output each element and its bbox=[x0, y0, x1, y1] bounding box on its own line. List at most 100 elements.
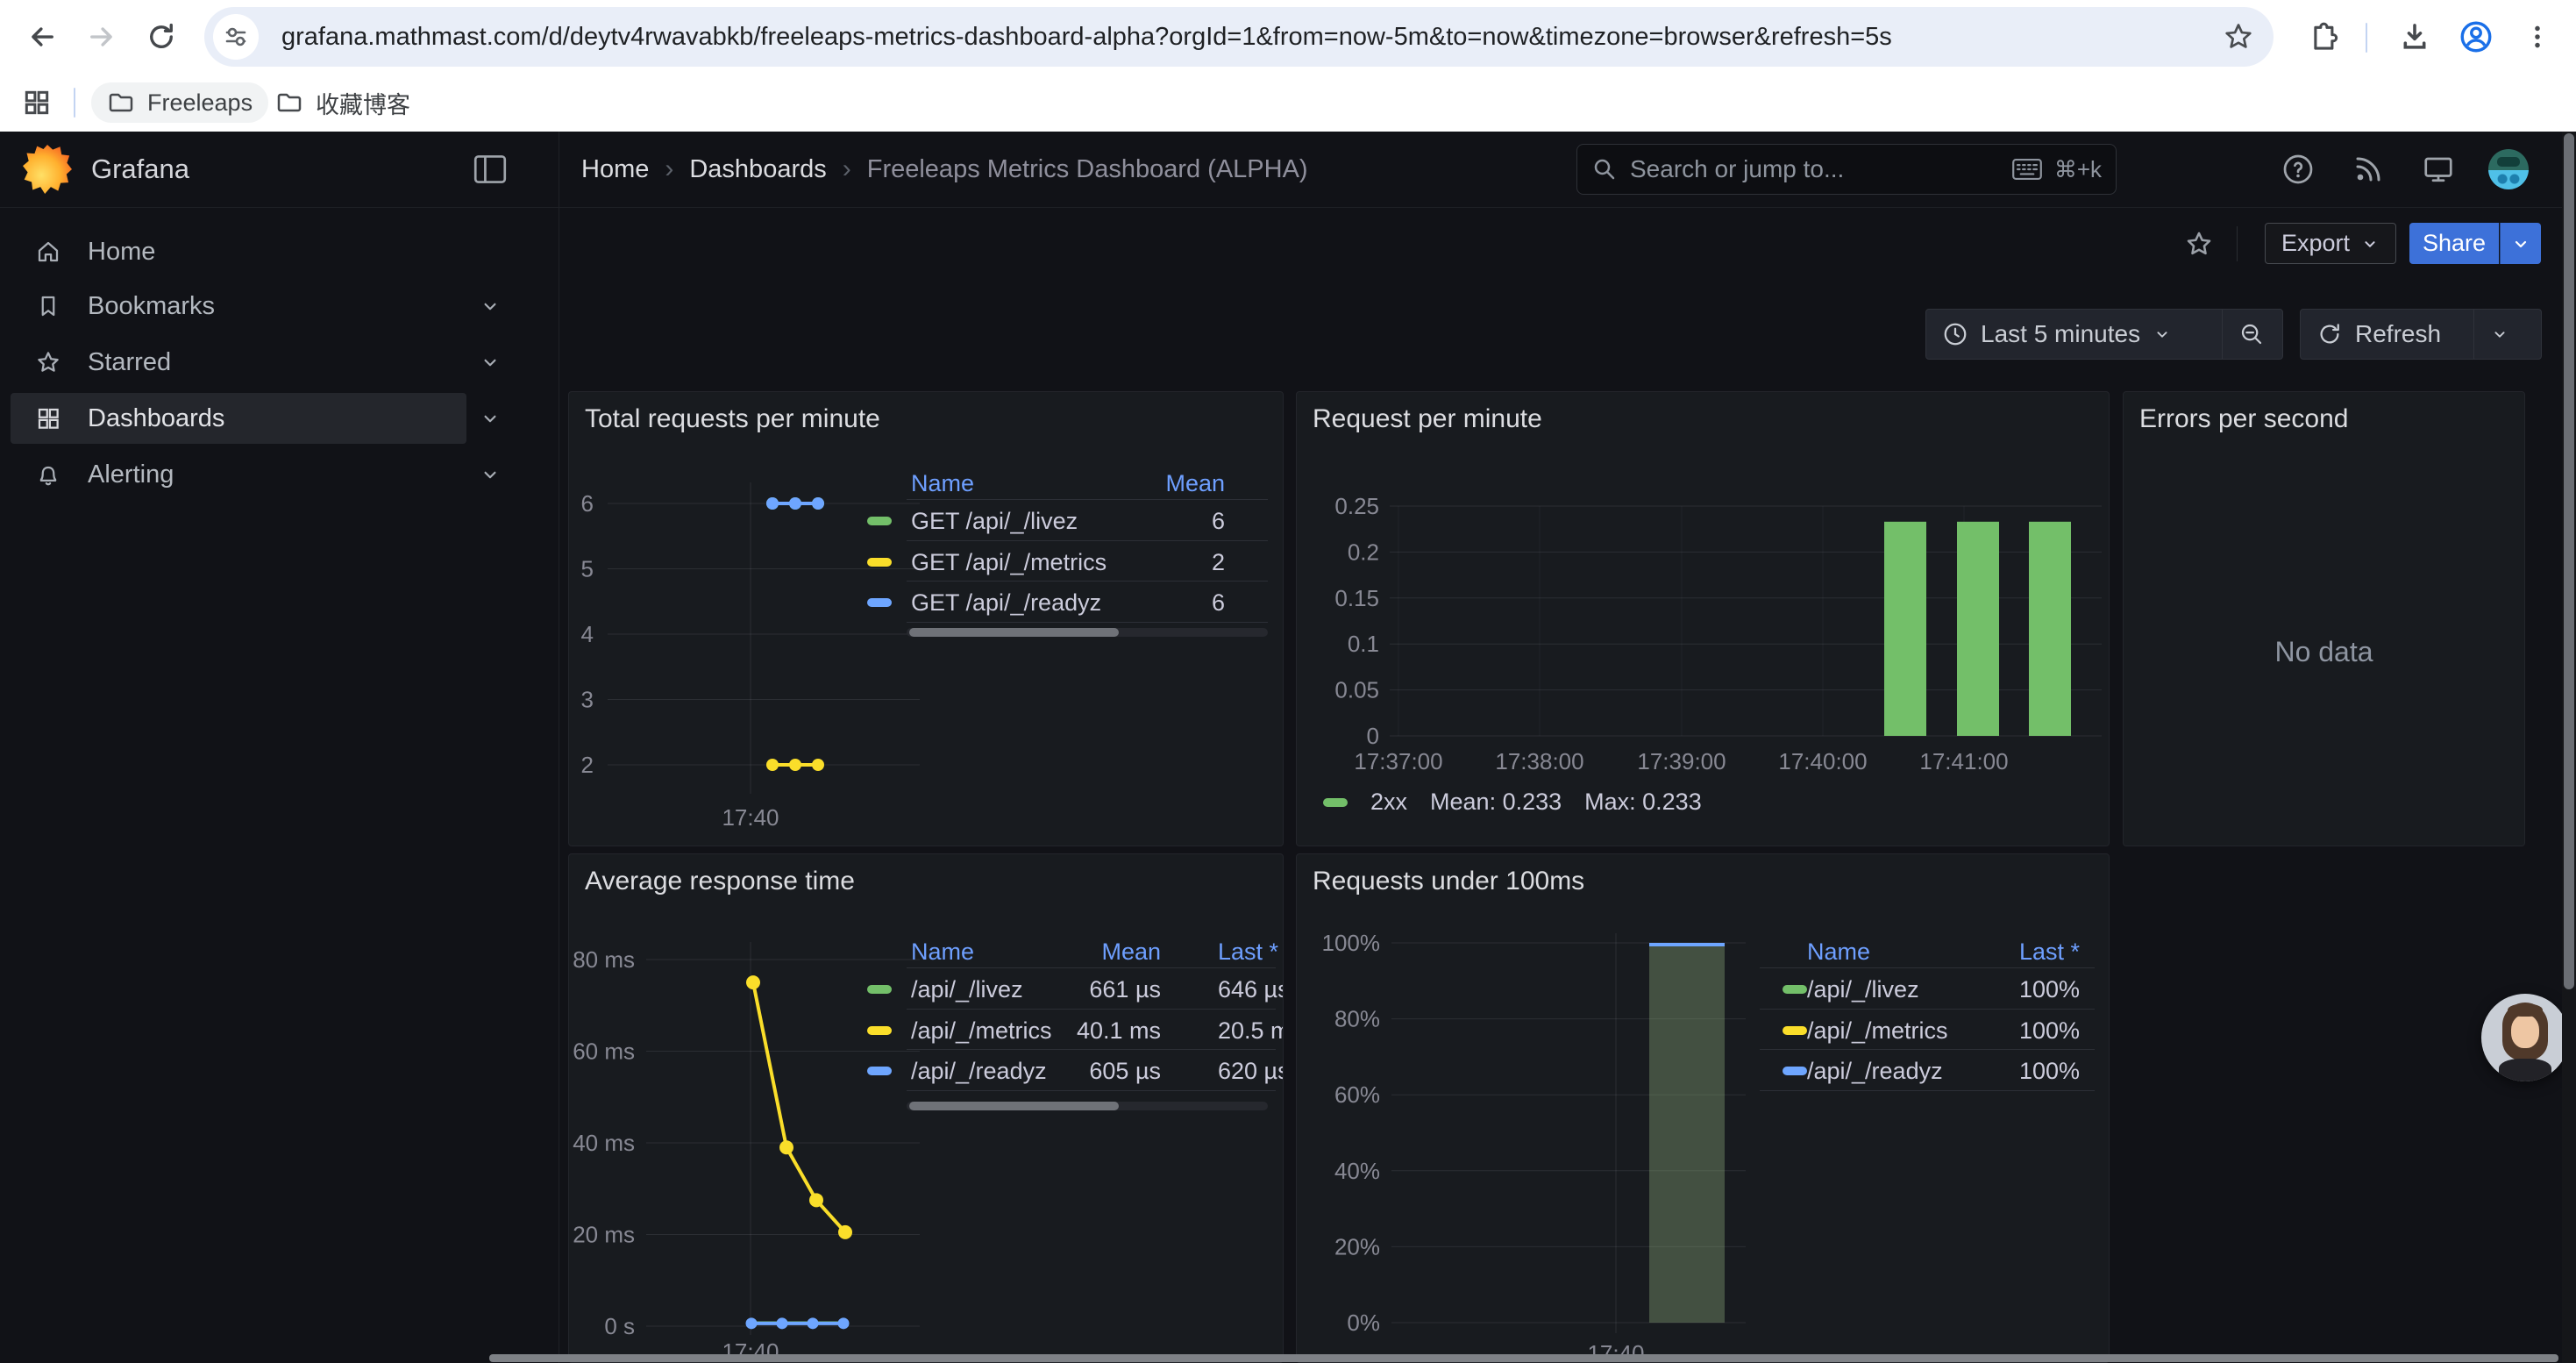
floating-assistant-avatar[interactable] bbox=[2481, 994, 2569, 1081]
share-button[interactable]: Share bbox=[2409, 223, 2499, 264]
export-button[interactable]: Export bbox=[2265, 223, 2396, 264]
chevron-down-icon bbox=[2360, 234, 2380, 253]
chevron-down-icon[interactable] bbox=[479, 295, 502, 318]
url-bar[interactable]: grafana.mathmast.com/d/deytv4rwavabkb/fr… bbox=[204, 7, 2274, 67]
series-point bbox=[838, 1317, 850, 1329]
news-icon[interactable] bbox=[2352, 153, 2384, 185]
url-text[interactable]: grafana.mathmast.com/d/deytv4rwavabkb/fr… bbox=[281, 23, 2223, 52]
export-label: Export bbox=[2281, 230, 2350, 257]
legend-value: 2 bbox=[864, 547, 1225, 577]
series-point bbox=[838, 1225, 852, 1239]
avatar-face bbox=[2511, 1015, 2539, 1048]
sidebar-item-starred[interactable]: Starred bbox=[0, 337, 558, 388]
favorite-dashboard-star-icon[interactable] bbox=[2184, 229, 2214, 259]
time-range-picker[interactable]: Last 5 minutes bbox=[1926, 310, 2222, 359]
sidebar-item-home[interactable]: Home bbox=[0, 226, 558, 277]
bookmark-folder-freeleaps[interactable]: Freeleaps bbox=[91, 82, 268, 123]
table-row-separator bbox=[907, 581, 1268, 582]
monitor-icon[interactable] bbox=[2423, 153, 2454, 185]
sidebar-item-dashboards[interactable]: Dashboards bbox=[11, 393, 466, 444]
screen: grafana.mathmast.com/d/deytv4rwavabkb/fr… bbox=[0, 0, 2576, 1363]
grafana-logo-icon[interactable] bbox=[23, 145, 72, 194]
chart-legend[interactable]: 2xx Mean: 0.233 Max: 0.233 bbox=[1323, 789, 1702, 816]
series-area bbox=[1649, 944, 1725, 1323]
horizontal-scrollbar-thumb[interactable] bbox=[489, 1354, 2558, 1362]
panel-request-per-minute[interactable]: Request per minute 0.250.20.150.10.05017… bbox=[1296, 391, 2110, 846]
series-point bbox=[746, 975, 760, 989]
axis-tick-label: 0.2 bbox=[1348, 539, 1379, 565]
refresh-interval-dropdown[interactable] bbox=[2473, 310, 2525, 359]
vertical-scrollbar-thumb[interactable] bbox=[2564, 133, 2574, 989]
breadcrumb-dashboards[interactable]: Dashboards bbox=[689, 155, 826, 184]
legend-value: 6 bbox=[864, 588, 1225, 617]
series-point bbox=[746, 1317, 758, 1329]
x-axis-label: 17:37:00 bbox=[1354, 748, 1442, 774]
forward-button[interactable] bbox=[77, 12, 126, 61]
scrollbar-thumb[interactable] bbox=[909, 1102, 1119, 1110]
vertical-scrollbar[interactable] bbox=[2562, 132, 2576, 1363]
site-info-button[interactable] bbox=[213, 14, 259, 60]
legend-column-header[interactable]: Last * bbox=[1218, 937, 1283, 967]
chevron-down-icon[interactable] bbox=[479, 351, 502, 374]
panel-requests-under-100ms[interactable]: Requests under 100ms 100%80%60%40%20%0%1… bbox=[1296, 853, 2110, 1363]
table-horizontal-scrollbar[interactable] bbox=[907, 628, 1268, 637]
sidebar-item-alerting[interactable]: Alerting bbox=[0, 449, 558, 500]
legend-column-header[interactable]: Mean bbox=[864, 468, 1225, 498]
dashboards-icon bbox=[35, 405, 61, 432]
panel-errors-per-second[interactable]: Errors per second No data bbox=[2123, 391, 2525, 846]
legend-column-header[interactable]: Mean bbox=[864, 937, 1161, 967]
refresh-button[interactable]: Refresh bbox=[2301, 310, 2473, 359]
scrollbar-thumb[interactable] bbox=[909, 628, 1119, 637]
browser-menu-button[interactable] bbox=[2513, 12, 2562, 61]
reload-button[interactable] bbox=[137, 12, 186, 61]
legend-value: 100% bbox=[1760, 974, 2080, 1004]
table-row-separator bbox=[907, 499, 1268, 500]
chevron-down-icon bbox=[2153, 325, 2172, 344]
sidebar-item-bookmarks[interactable]: Bookmarks bbox=[0, 281, 558, 332]
downloads-button[interactable] bbox=[2390, 12, 2439, 61]
panel-title[interactable]: Errors per second bbox=[2139, 404, 2348, 434]
table-row-separator bbox=[1760, 1009, 2095, 1010]
zoom-out-button[interactable] bbox=[2222, 310, 2281, 359]
table-horizontal-scrollbar[interactable] bbox=[907, 1102, 1268, 1110]
extensions-button[interactable] bbox=[2297, 12, 2346, 61]
series-line bbox=[753, 982, 845, 1232]
bell-icon bbox=[35, 461, 61, 488]
chevron-down-icon[interactable] bbox=[479, 407, 502, 430]
panel-total-requests[interactable]: Total requests per minute 6543217:40 Nam… bbox=[568, 391, 1284, 846]
breadcrumb-home[interactable]: Home bbox=[581, 155, 649, 184]
sidebar-toggle-icon[interactable] bbox=[473, 154, 507, 184]
sidebar-item-label: Dashboards bbox=[88, 404, 224, 433]
axis-tick-label: 80 ms bbox=[573, 946, 635, 973]
x-axis-label: 17:40 bbox=[722, 804, 779, 831]
series-point bbox=[809, 1193, 823, 1207]
bookmark-folder-blogs[interactable]: 收藏博客 bbox=[260, 82, 426, 123]
legend-series-pill bbox=[1323, 798, 1348, 807]
help-icon[interactable] bbox=[2282, 153, 2314, 185]
toolbar-divider bbox=[2237, 226, 2238, 261]
share-dropdown-button[interactable] bbox=[2500, 223, 2541, 264]
back-button[interactable] bbox=[18, 12, 67, 61]
axis-tick-label: 3 bbox=[581, 687, 594, 713]
table-row-separator bbox=[1760, 1049, 2095, 1050]
panel-average-response-time[interactable]: Average response time 80 ms60 ms40 ms20 … bbox=[568, 853, 1284, 1363]
chevron-down-icon bbox=[2490, 325, 2509, 344]
legend-column-header[interactable]: Last * bbox=[1760, 937, 2080, 967]
table-row-separator bbox=[907, 1049, 1276, 1050]
legend-series-name[interactable]: 2xx bbox=[1370, 789, 1407, 816]
sidebar-item-label: Home bbox=[88, 238, 155, 267]
site-controls-icon bbox=[222, 23, 250, 51]
bookmark-page-button[interactable] bbox=[2223, 21, 2254, 53]
chevron-down-icon[interactable] bbox=[479, 463, 502, 486]
clock-icon bbox=[1942, 321, 1968, 347]
table-row-separator bbox=[907, 540, 1268, 541]
user-avatar[interactable] bbox=[2488, 149, 2529, 189]
series-bar bbox=[2029, 522, 2071, 736]
profile-button[interactable] bbox=[2451, 12, 2501, 61]
series-point bbox=[779, 1140, 793, 1154]
breadcrumb-separator: › bbox=[665, 154, 673, 184]
apps-grid-button[interactable] bbox=[12, 78, 61, 127]
search-input[interactable]: Search or jump to... ⌘+k bbox=[1576, 144, 2117, 195]
star-icon bbox=[35, 349, 61, 375]
series-bar bbox=[1957, 522, 1999, 736]
